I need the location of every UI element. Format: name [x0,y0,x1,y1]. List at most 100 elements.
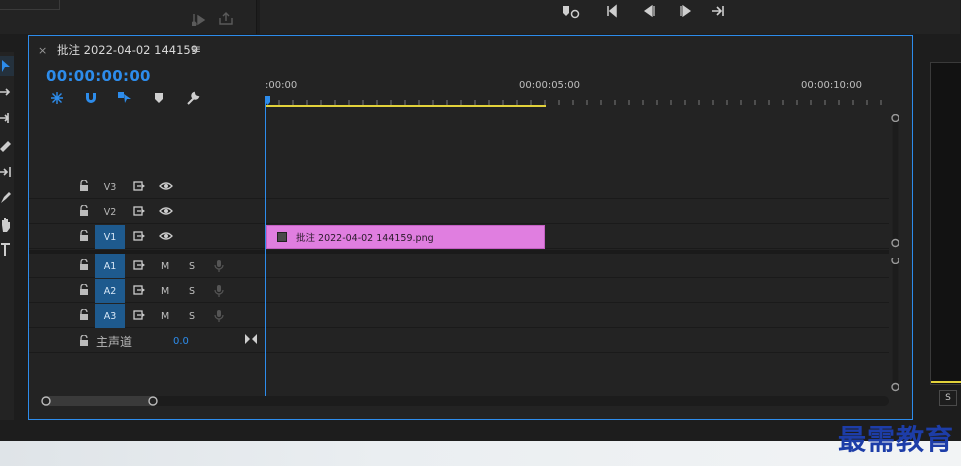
sync-lock-icon[interactable] [133,260,145,270]
selection-arrow-icon [2,60,10,72]
zoom-handle-right[interactable] [148,396,160,408]
horizontal-scrollbar-thumb[interactable] [43,396,155,406]
track-select-icon [0,88,11,96]
lock-icon[interactable] [79,335,89,347]
microphone-icon[interactable] [214,309,224,323]
lock-icon[interactable] [79,259,89,271]
expand-master-icon[interactable] [245,334,257,344]
pen-icon [1,192,11,203]
sync-lock-icon[interactable] [133,231,145,241]
ruler-label-5s: 00:00:05:00 [519,80,581,91]
horizontal-scrollbar-track[interactable] [43,396,889,406]
master-track-header: 主声道 0.0 [29,329,265,353]
program-controls-bar [260,0,960,34]
snap-icon[interactable] [84,91,98,105]
track-area-bottom-space [265,354,889,396]
bottom-strip [0,421,961,441]
solo-track-button[interactable]: S [189,254,195,278]
playhead-line[interactable] [265,100,266,396]
mute-button[interactable]: M [161,254,169,278]
slip-icon [0,167,11,177]
clip-label: 批注 2022-04-02 144159.png [296,233,434,244]
track-target-a3[interactable]: A3 [95,304,125,328]
lock-icon[interactable] [79,284,89,296]
solo-track-button[interactable]: S [189,304,195,328]
hand-tool[interactable] [0,214,14,234]
export-frame-icon[interactable] [218,12,234,26]
track-header-a2: A2 M S [29,279,265,303]
track-target-v3[interactable]: V3 [95,175,125,199]
track-row-a1[interactable] [265,254,889,278]
sync-lock-icon[interactable] [133,285,145,295]
tools-panel [0,52,14,420]
track-target-v1[interactable]: V1 [95,225,125,249]
track-row-a3[interactable] [265,304,889,328]
time-ruler[interactable]: :00:00 00:00:05:00 00:00:10:00 [265,80,887,108]
mute-button[interactable]: M [161,279,169,303]
track-row-a2[interactable] [265,279,889,303]
track-row-v3[interactable] [265,175,889,199]
playhead-timecode[interactable]: 00:00:00:00 [46,67,151,85]
type-tool[interactable] [0,240,14,260]
track-select-tool[interactable] [0,82,14,102]
sync-lock-icon[interactable] [133,310,145,320]
sequence-tab-title[interactable]: 批注 2022-04-02 144159 [57,42,198,58]
marker-link-icon[interactable] [560,4,582,20]
track-header-a3: A3 M S [29,304,265,328]
linked-selection-icon[interactable] [117,91,133,105]
eye-icon[interactable] [159,231,173,241]
sync-lock-icon[interactable] [133,206,145,216]
track-target-v2[interactable]: V2 [95,200,125,224]
audio-meter [930,62,961,385]
nest-icon[interactable] [49,91,65,105]
desktop-background [0,441,961,466]
solo-button[interactable]: S [939,390,957,406]
panel-menu-button[interactable]: ≡ [191,42,201,56]
track-row-master[interactable] [265,329,889,353]
solo-track-button[interactable]: S [189,279,195,303]
microphone-icon[interactable] [214,284,224,298]
sync-lock-icon[interactable] [133,181,145,191]
add-marker-icon[interactable] [153,92,165,104]
timeline-panel: × 批注 2022-04-02 144159 ≡ 00:00:00:00 :00… [28,35,913,420]
eye-icon[interactable] [159,206,173,216]
track-header-spacer [29,108,265,174]
go-to-in-icon[interactable] [606,4,622,18]
hand-icon [2,218,10,232]
timeline-clip[interactable]: 批注 2022-04-02 144159.png [266,225,545,249]
pen-tool[interactable] [0,188,14,208]
lock-icon[interactable] [79,309,89,321]
track-header-bottom-space [29,354,265,396]
track-row-v2[interactable] [265,200,889,224]
watermark-logo: 最需教育 [838,423,955,456]
work-area-bar [265,105,546,107]
selection-tool[interactable] [0,56,14,76]
master-volume-value[interactable]: 0.0 [173,329,189,353]
mute-button[interactable]: M [161,304,169,328]
insert-audio-icon[interactable] [192,12,208,26]
timeline-settings-wrench-icon[interactable] [185,91,201,105]
track-target-a2[interactable]: A2 [95,279,125,303]
close-tab-button[interactable]: × [38,44,47,57]
step-forward-icon[interactable] [678,4,694,18]
ruler-label-10s: 00:00:10:00 [801,80,863,91]
microphone-icon[interactable] [214,259,224,273]
lock-icon[interactable] [79,205,89,217]
razor-tool[interactable] [0,136,14,156]
slip-tool[interactable] [0,162,14,182]
step-back-icon[interactable] [642,4,658,18]
go-to-out-icon[interactable] [710,4,726,18]
video-tracks-scrollbar[interactable] [891,114,899,248]
ripple-edit-tool[interactable] [0,108,14,128]
ruler-ticks [265,96,882,107]
lock-icon[interactable] [79,230,89,242]
top-left-panel [0,0,257,34]
track-target-a1[interactable]: A1 [95,254,125,278]
master-track-label: 主声道 [96,334,133,349]
lock-icon[interactable] [79,180,89,192]
zoom-handle-left[interactable] [41,396,53,408]
top-left-box [0,0,60,10]
track-header-v3: V3 [29,175,265,199]
eye-icon[interactable] [159,181,173,191]
audio-tracks-scrollbar[interactable] [891,258,899,392]
